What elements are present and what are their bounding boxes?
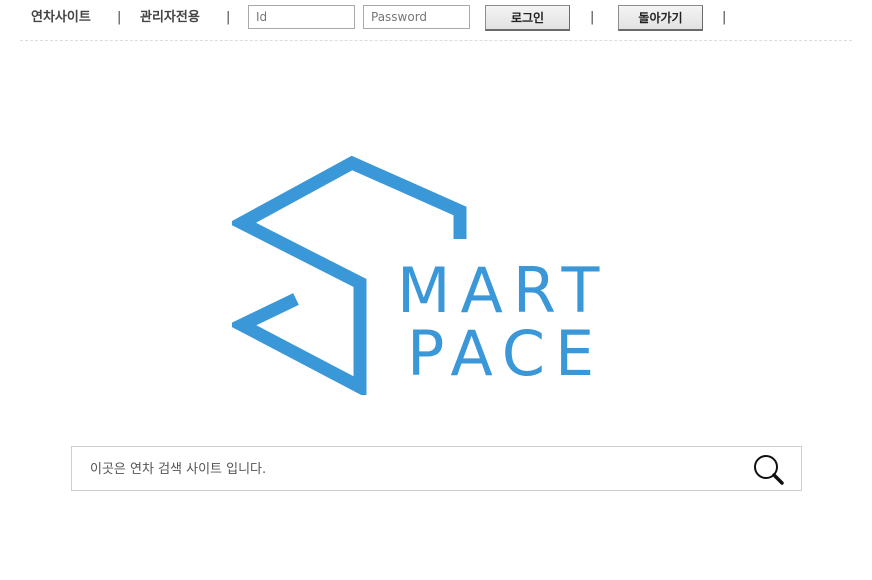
search-icon xyxy=(754,455,784,485)
logo-line-pace: PACE xyxy=(407,317,605,390)
admin-link[interactable]: 관리자전용 xyxy=(140,10,200,26)
password-input[interactable] xyxy=(363,5,470,29)
logo-line-mart: MART xyxy=(397,254,610,327)
top-bar: 연차사이트 | 관리자전용 | 로그인 | 돌아가기 | xyxy=(0,0,872,40)
id-input[interactable] xyxy=(248,5,355,29)
header-divider xyxy=(20,40,852,41)
separator: | xyxy=(590,10,595,25)
back-button[interactable]: 돌아가기 xyxy=(618,5,703,31)
smart-space-logo: MART PACE xyxy=(232,155,642,395)
search-input[interactable] xyxy=(90,457,730,481)
separator: | xyxy=(722,10,727,25)
separator: | xyxy=(117,10,122,25)
separator: | xyxy=(226,10,231,25)
login-button[interactable]: 로그인 xyxy=(485,5,570,31)
search-button[interactable] xyxy=(748,452,788,486)
search-bar xyxy=(71,446,802,491)
site-link[interactable]: 연차사이트 xyxy=(31,10,91,26)
